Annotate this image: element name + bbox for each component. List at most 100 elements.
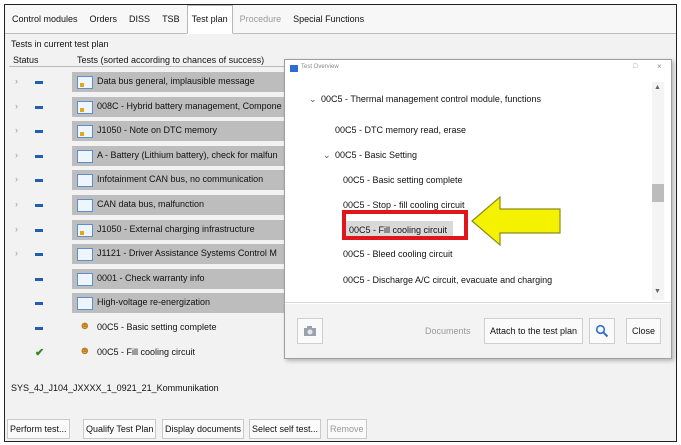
test-plan-row[interactable]: › Data bus general, implausible message — [5, 70, 305, 94]
tree-node[interactable]: ⌄ 00C5 - Thermal management control modul… — [309, 94, 541, 105]
tree-node[interactable]: 00C5 - Stop - fill cooling circuit — [343, 200, 465, 210]
test-doc-icon — [77, 199, 93, 212]
tree-node[interactable]: 00C5 - Discharge A/C circuit, evacuate a… — [343, 275, 552, 285]
test-plan-row[interactable]: ✔ ☻ 00C5 - Fill cooling circuit — [5, 341, 305, 365]
tree-node[interactable]: 00C5 - Bleed cooling circuit — [343, 249, 453, 259]
test-plan-row[interactable]: › A - Battery (Lithium battery), check fo… — [5, 144, 305, 168]
bottom-button-perform-test[interactable]: Perform test... — [7, 419, 70, 439]
test-plan-row[interactable]: 0001 - Check warranty info — [5, 267, 305, 291]
test-doc-icon — [77, 272, 93, 286]
dialog-title: Test Overview — [301, 64, 339, 70]
tree-node-label: 00C5 - Bleed cooling circuit — [343, 249, 453, 259]
tab-orders[interactable]: Orders — [85, 5, 123, 34]
status-pending-icon — [35, 105, 43, 109]
dialog-divider — [285, 302, 671, 303]
expand-chevron-icon[interactable]: › — [15, 199, 18, 209]
collapse-chevron-icon[interactable]: ⌄ — [323, 150, 335, 161]
scroll-down-icon[interactable]: ▼ — [654, 288, 661, 295]
test-plan-row[interactable]: › J1050 - Note on DTC memory — [5, 119, 305, 143]
test-plan-row[interactable]: › Infotainment CAN bus, no communication — [5, 168, 305, 192]
test-name: 00C5 - Fill cooling circuit — [97, 346, 196, 357]
documents-button[interactable]: Documents — [419, 318, 477, 344]
expand-chevron-icon[interactable]: › — [15, 224, 18, 234]
tab-control-modules[interactable]: Control modules — [7, 5, 83, 34]
test-name: CAN data bus, malfunction — [97, 199, 205, 209]
tree-node[interactable]: ⌄ 00C5 - Basic Setting — [323, 150, 417, 161]
test-plan-row[interactable]: › J1121 - Driver Assistance Systems Contr… — [5, 242, 305, 266]
tab-tsb[interactable]: TSB — [157, 5, 185, 34]
camera-icon — [304, 326, 316, 336]
bottom-toolbar: Perform test... Qualify Test Plan Display … — [5, 411, 676, 441]
tab-procedure[interactable]: Procedure — [235, 5, 287, 34]
search-button[interactable] — [589, 318, 615, 344]
section-title: Tests in current test plan — [11, 39, 109, 49]
attach-to-test-plan-button[interactable]: Attach to the test plan — [484, 318, 584, 344]
test-name: 0001 - Check warranty info — [97, 272, 205, 283]
test-doc-icon — [77, 248, 93, 262]
test-plan-row[interactable]: ☻ 00C5 - Basic setting complete — [5, 316, 305, 340]
maximize-icon[interactable]: □ — [633, 63, 637, 70]
tree-node[interactable]: 00C5 - DTC memory read, erase — [335, 125, 466, 135]
tree-node-label: 00C5 - Thermal management control module… — [321, 94, 541, 104]
test-name: J1050 - External charging infrastructure — [97, 223, 255, 234]
test-plan-row[interactable]: High-voltage re-energization — [5, 291, 305, 315]
expand-chevron-icon[interactable]: › — [15, 174, 18, 184]
tree-node-label: 00C5 - Basic setting complete — [343, 175, 463, 185]
test-plan-row[interactable]: › CAN data bus, malfunction — [5, 193, 305, 217]
test-doc-warning-icon — [77, 223, 93, 237]
close-icon[interactable]: × — [657, 62, 662, 71]
status-pending-icon — [35, 154, 43, 158]
header-divider — [9, 66, 309, 67]
tree-node-label: 00C5 - Basic Setting — [335, 150, 418, 160]
expand-chevron-icon[interactable]: › — [15, 76, 18, 86]
tab-diss[interactable]: DISS — [124, 5, 155, 34]
bottom-button-remove[interactable]: Remove — [327, 419, 367, 439]
status-line: SYS_4J_J104_JXXXX_1_0921_21_Kommunikatio… — [11, 383, 219, 393]
column-header-status[interactable]: Status — [13, 55, 39, 65]
dialog-footer: Documents Attach to the test plan Close — [285, 304, 671, 358]
screenshot-button[interactable] — [297, 318, 323, 344]
test-plan-row[interactable]: › J1050 - External charging infrastructur… — [5, 218, 305, 242]
bottom-button-select-self-test[interactable]: Select self test... — [249, 419, 322, 439]
tab-bar: Control modules Orders DISS TSB Test plan Pro… — [5, 5, 676, 34]
tree-node[interactable]: 00C5 - Basic setting complete — [343, 175, 463, 185]
test-doc-warning-icon — [77, 76, 93, 89]
status-pending-icon — [35, 277, 43, 281]
close-button[interactable]: Close — [626, 318, 662, 344]
tree-node-label: 00C5 - DTC memory read, erase — [335, 125, 467, 135]
collapse-chevron-icon[interactable]: ⌄ — [309, 94, 321, 105]
test-name: J1050 - Note on DTC memory — [97, 125, 218, 136]
status-pending-icon — [35, 302, 43, 306]
expand-chevron-icon[interactable]: › — [15, 101, 18, 111]
test-doc-icon — [77, 174, 93, 188]
checkmark-icon: ✔ — [35, 346, 45, 359]
status-pending-icon — [35, 179, 43, 183]
scroll-up-icon[interactable]: ▲ — [654, 84, 661, 91]
status-pending-icon — [35, 81, 43, 84]
test-tree: ⌄ 00C5 - Thermal management control modul… — [291, 82, 651, 300]
yellow-pointer-arrow-icon — [471, 195, 561, 247]
test-name: J1121 - Driver Assistance Systems Contro… — [97, 248, 277, 259]
bottom-button-display-documents[interactable]: Display documents — [162, 419, 245, 439]
dialog-title-bar[interactable]: Test Overview □ × — [285, 60, 671, 78]
status-pending-icon — [35, 228, 43, 232]
test-plan-row[interactable]: › 008C - Hybrid battery management, Compo… — [5, 95, 305, 119]
magnifier-icon — [595, 324, 609, 338]
expand-chevron-icon[interactable]: › — [15, 125, 18, 135]
test-name: Data bus general, implausible message — [97, 76, 255, 86]
tree-scrollbar[interactable]: ▲ ▼ — [652, 82, 664, 300]
status-pending-icon — [35, 130, 43, 134]
test-name: 00C5 - Basic setting complete — [97, 322, 217, 332]
scroll-thumb[interactable] — [652, 184, 664, 202]
column-header-tests[interactable]: Tests (sorted according to chances of su… — [77, 55, 264, 65]
expand-chevron-icon[interactable]: › — [15, 248, 18, 258]
app-icon — [290, 65, 298, 72]
tab-special-functions[interactable]: Special Functions — [288, 5, 369, 34]
tree-node-label: 00C5 - Discharge A/C circuit, evacuate a… — [343, 275, 553, 285]
person-icon: ☻ — [79, 344, 91, 357]
test-doc-warning-icon — [77, 125, 93, 139]
tab-test-plan[interactable]: Test plan — [186, 5, 233, 34]
test-name: Infotainment CAN bus, no communication — [97, 174, 264, 185]
expand-chevron-icon[interactable]: › — [15, 150, 18, 160]
bottom-button-qualify-test-plan[interactable]: Qualify Test Plan — [83, 419, 157, 439]
